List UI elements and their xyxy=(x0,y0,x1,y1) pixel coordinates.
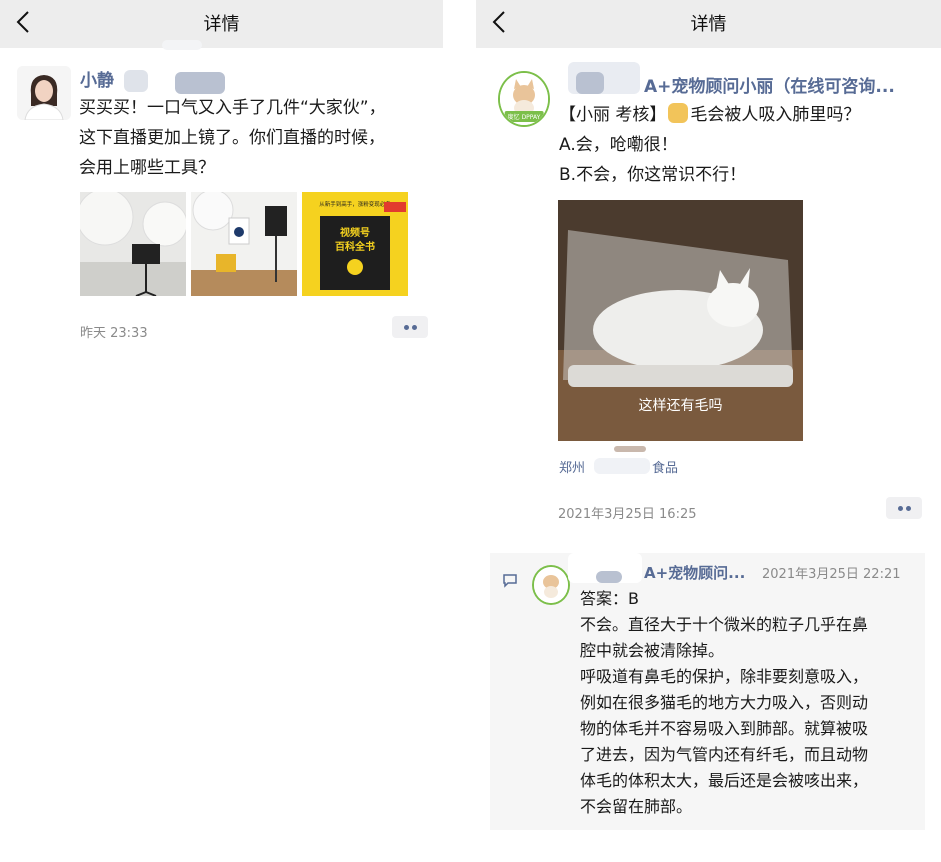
left-moment-detail: 详情 小静 买买买！一口气又入手了几件“大家伙”， 这下直播更加上镜了。你们直播… xyxy=(0,0,443,862)
avatar[interactable]: 度忆 DPPAY xyxy=(498,71,550,127)
post-line: 这下直播更加上镜了。你们直播的时候， xyxy=(79,128,385,148)
image-caption: 这样还有毛吗 xyxy=(638,398,723,414)
comment-line: 了进去，因为气管内还有纤毛，而且动物 xyxy=(580,745,869,764)
redacted-location xyxy=(594,458,650,474)
redacted-name xyxy=(124,70,148,92)
book-title: 百科全书 xyxy=(335,240,375,253)
post-question: 毛会被人吸入肺里吗？ xyxy=(690,105,861,125)
comment-line: 腔中就会被清除掉。 xyxy=(580,641,725,660)
page-title: 详情 xyxy=(690,14,727,35)
avatar[interactable] xyxy=(17,66,71,120)
location-text[interactable]: 郑州 xyxy=(559,457,585,476)
post-line: 【小丽 考核】 毛会被人吸入肺里吗？ xyxy=(559,100,929,130)
redacted-name xyxy=(175,72,225,94)
location-text[interactable]: 食品 xyxy=(652,457,678,476)
post-line: 买买买！一口气又入手了几件“大家伙”， xyxy=(79,98,386,118)
comment-time: 2021年3月25日 22:21 xyxy=(762,567,901,582)
right-moment-detail: 详情 度忆 DPPAY A+宠物顾问小丽（在线可咨询... 【小丽 考核】 毛会被… xyxy=(476,0,941,862)
page-title: 详情 xyxy=(203,14,240,35)
post-image-room-setup[interactable] xyxy=(191,192,297,296)
comment-line: 例如在很多猫毛的地方大力吸入，否则动 xyxy=(580,693,869,712)
comment-line: 物的体毛并不容易吸入到肺部。就算被吸 xyxy=(580,719,869,738)
author-name[interactable]: 小静 xyxy=(80,66,114,91)
author-name[interactable]: A+宠物顾问小丽（在线可咨询... xyxy=(644,72,895,97)
post-image-book-cover[interactable]: 从新手到高手，涨粉变现必备 视频号 百科全书 xyxy=(302,192,408,296)
redacted-location xyxy=(614,446,646,452)
comment-author[interactable]: A+宠物顾问... xyxy=(644,562,745,583)
dot-icon xyxy=(404,325,409,330)
cat-emoji-icon xyxy=(668,103,689,123)
post-image-studio-lights[interactable] xyxy=(80,192,186,296)
more-actions-button[interactable] xyxy=(886,497,922,519)
book-title: 视频号 xyxy=(340,226,370,239)
comment-section: A+宠物顾问... 2021年3月25日 22:21 答案：B 不会。直径大于十… xyxy=(490,553,925,830)
post-question-tag: 【小丽 考核】 xyxy=(559,105,667,125)
post-timestamp: 昨天 23:33 xyxy=(80,326,148,341)
comment-icon xyxy=(503,574,517,588)
comment-line: 不会留在肺部。 xyxy=(580,797,693,816)
post-line: B.不会，你这常识不行！ xyxy=(559,165,747,185)
post-line: 会用上哪些工具？ xyxy=(79,158,215,178)
comment-line: 呼吸道有鼻毛的保护，除非要刻意吸入， xyxy=(580,667,869,686)
post-line: A.会，呛嘞很！ xyxy=(559,135,678,155)
more-actions-button[interactable] xyxy=(392,316,428,338)
book-top-text: 从新手到高手，涨粉变现必备 xyxy=(319,200,391,208)
redacted-name xyxy=(576,72,604,94)
avatar-tag: 度忆 DPPAY xyxy=(504,111,544,122)
comment-text: 答案：B 不会。直径大于十个微米的粒子几乎在鼻 腔中就会被清除掉。 呼吸道有鼻毛… xyxy=(580,586,920,820)
redacted-name xyxy=(162,40,202,50)
dot-icon xyxy=(898,506,903,511)
comment-line: 答案：B xyxy=(580,589,639,608)
post-text: 【小丽 考核】 毛会被人吸入肺里吗？ A.会，呛嘞很！ B.不会，你这常识不行！ xyxy=(559,100,929,190)
post-text: 买买买！一口气又入手了几件“大家伙”， 这下直播更加上镜了。你们直播的时候， 会… xyxy=(79,93,429,183)
comment-avatar[interactable] xyxy=(532,565,570,605)
redacted-name xyxy=(596,571,622,583)
dot-icon xyxy=(412,325,417,330)
nav-bar: 详情 xyxy=(0,0,443,48)
nav-bar: 详情 xyxy=(476,0,941,48)
dot-icon xyxy=(906,506,911,511)
post-image-cat-in-bag[interactable]: 这样还有毛吗 xyxy=(558,200,803,441)
comment-line: 不会。直径大于十个微米的粒子几乎在鼻 xyxy=(580,615,869,634)
post-timestamp: 2021年3月25日 16:25 xyxy=(558,507,697,522)
comment-line: 体毛的体积太大，最后还是会被咳出来， xyxy=(580,771,869,790)
